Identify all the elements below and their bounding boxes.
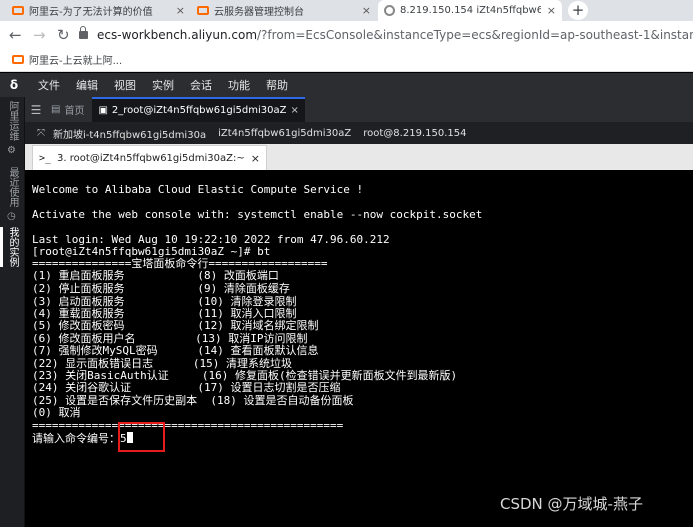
browser-tab-active[interactable]: 8.219.150.154 iZt4n5ffqbw61g × [378, 0, 562, 21]
lock-icon [79, 25, 88, 39]
terminal-line: (0) 取消 [32, 406, 81, 419]
list-icon[interactable]: ☰ [25, 97, 47, 122]
browser-tab[interactable]: 云服务器管理控制台 × [191, 0, 377, 21]
menu-help[interactable]: 帮助 [266, 77, 288, 93]
home-icon: ▤ [51, 104, 61, 115]
terminal-line: (5) 修改面板密码 (12) 取消域名绑定限制 [32, 319, 319, 332]
aliyun-icon [12, 55, 24, 64]
sidebar-item-my-instances[interactable]: 我的实例 [0, 227, 20, 267]
left-sidebar: 阿里运维 ⚙ 最近使用 ◷ 我的实例 [0, 97, 25, 527]
terminal-line: Welcome to Alibaba Cloud Elastic Compute… [32, 183, 364, 196]
browser-tab-strip: 阿里云-为了无法计算的价值 × 云服务器管理控制台 × 8.219.150.15… [0, 0, 693, 21]
instance-info-bar: ⤧ 新加坡i-t4n5ffqbw61gi5dmi30a iZt4n5ffqbw6… [25, 122, 693, 144]
instance-hostname: iZt4n5ffqbw61gi5dmi30aZ [218, 127, 352, 139]
browser-tab[interactable]: 阿里云-为了无法计算的价值 × [6, 0, 191, 21]
terminal-line: ========================================… [32, 419, 344, 432]
aliyun-icon [12, 6, 24, 15]
session-tab-bar: ☰ ▤ 首页 ▣ 2_root@iZt4n5ffqbw61gi5dmi30aZ … [25, 97, 693, 122]
browser-tab-label: 阿里云-为了无法计算的价值 [29, 7, 153, 18]
aliyun-icon [197, 6, 209, 15]
expand-icon[interactable]: ⤧ [37, 128, 45, 139]
menu-view[interactable]: 视图 [114, 77, 136, 93]
back-icon[interactable]: ← [9, 26, 22, 44]
terminal-line: Activate the web console with: systemctl… [32, 208, 483, 221]
tab-home-label: 首页 [64, 106, 85, 117]
terminal-line: (2) 停止面板服务 (9) 清除面板缓存 [32, 282, 290, 295]
terminal-line: (7) 强制修改MySQL密码 (14) 查看面板默认信息 [32, 344, 319, 357]
terminal-line: (1) 重启面板服务 (8) 改面板端口 [32, 269, 279, 282]
workbench-logo: δ [9, 78, 19, 92]
watermark: CSDN @万域城-燕子 [500, 495, 643, 513]
terminal-tab[interactable]: >_ 3. root@iZt4n5ffqbw61gi5dmi30aZ:~ × [32, 145, 267, 170]
terminal-tab-strip: >_ 3. root@iZt4n5ffqbw61gi5dmi30aZ:~ × [25, 144, 693, 170]
highlight-box [118, 422, 165, 452]
new-tab-button[interactable]: + [568, 1, 588, 20]
menu-function[interactable]: 功能 [228, 77, 250, 93]
workbench-menubar: δ 文件 编辑 视图 实例 会话 功能 帮助 [0, 73, 693, 97]
close-icon[interactable]: × [362, 4, 371, 17]
close-icon[interactable]: × [547, 4, 556, 17]
menu-file[interactable]: 文件 [38, 77, 60, 93]
close-icon[interactable]: × [290, 105, 298, 116]
terminal-icon: ▣ [98, 105, 108, 116]
tab-session-label: 2_root@iZt4n5ffqbw61gi5dmi30aZ [111, 105, 287, 116]
bookmark-item[interactable]: 阿里云-上云就上阿... [29, 52, 122, 67]
sidebar-item-recent[interactable]: 最近使用 [5, 167, 20, 207]
address-bar: ← → ↻ ecs-workbench.aliyun.com/?from=Ecs… [0, 21, 693, 48]
close-icon[interactable]: × [176, 4, 185, 17]
sidebar-item-ops[interactable]: 阿里运维 [5, 101, 20, 141]
tab-home[interactable]: ▤ 首页 [47, 97, 92, 122]
url-field[interactable]: ecs-workbench.aliyun.com/?from=EcsConsol… [79, 24, 693, 45]
menu-session[interactable]: 会话 [190, 77, 212, 93]
browser-tab-label: 8.219.150.154 iZt4n5ffqbw61g [400, 5, 541, 16]
tab-session-active[interactable]: ▣ 2_root@iZt4n5ffqbw61gi5dmi30aZ × [92, 97, 305, 122]
prompt-icon: >_ [39, 152, 52, 164]
bookmarks-bar: 阿里云-上云就上阿... [0, 48, 693, 72]
menu-edit[interactable]: 编辑 [76, 77, 98, 93]
gear-icon: ⚙ [7, 145, 16, 156]
gear-icon [384, 5, 395, 16]
url-host: ecs-workbench.aliyun.com [97, 27, 258, 42]
browser-tab-label: 云服务器管理控制台 [214, 7, 304, 18]
reload-icon[interactable]: ↻ [57, 26, 70, 44]
terminal-tab-label: 3. root@iZt4n5ffqbw61gi5dmi30aZ:~ [57, 152, 245, 164]
menu-instance[interactable]: 实例 [152, 77, 174, 93]
terminal-line: (24) 关闭谷歌认证 (17) 设置日志切割是否压缩 [32, 381, 341, 394]
terminal-output[interactable]: Welcome to Alibaba Cloud Elastic Compute… [25, 170, 693, 527]
terminal-prompt: 请输入命令编号：5 [32, 432, 127, 445]
close-icon[interactable]: × [251, 152, 260, 165]
instance-region: 新加坡i-t4n5ffqbw61gi5dmi30a [53, 129, 207, 141]
forward-icon[interactable]: → [33, 26, 46, 44]
url-path: /?from=EcsConsole&instanceType=ecs&regio… [257, 27, 693, 42]
clock-icon: ◷ [7, 211, 16, 222]
instance-user: root@8.219.150.154 [363, 127, 467, 139]
